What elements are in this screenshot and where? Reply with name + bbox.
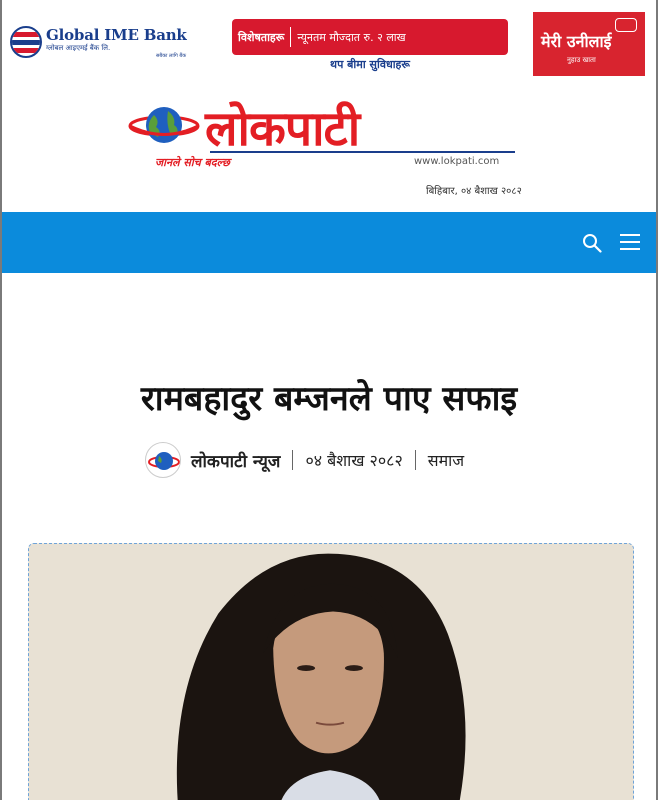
ad-strip: Global IME Bank ग्लोबल आइएमई बैंक लि. सब… (0, 0, 658, 90)
meri-unilai-title: मेरी उनीलाई (541, 32, 612, 51)
publish-date: ०४ बैशाख २०८२ (305, 451, 403, 470)
article-byline: लोकपाटी न्यूज ०४ बैशाख २०८२ समाज (145, 442, 464, 478)
portrait-photo (29, 544, 633, 800)
hamburger-menu-icon[interactable] (620, 234, 640, 252)
article-category[interactable]: समाज (428, 449, 464, 471)
article-headline: रामबहादुर बम्जनले पाए सफाइ (140, 379, 518, 419)
global-ime-subtitle: ग्लोबल आइएमई बैंक लि. (46, 44, 111, 52)
meri-unilai-ad[interactable]: मेरी उनीलाई नुहाउ खाता (533, 12, 645, 76)
insurance-features-text: थप बीमा सुविधाहरू (330, 58, 410, 71)
features-ad-banner[interactable]: विशेषताहरू न्यूनतम मौज्दात रु. २ लाख (232, 19, 508, 55)
global-ime-tagline: सबैका लागि बैंक (156, 53, 187, 59)
global-ime-logo-icon (10, 26, 42, 58)
global-ime-name: Global IME Bank (46, 26, 187, 44)
features-divider (290, 27, 292, 47)
masthead[interactable]: लोकपाटी जानले सोच बदल्छ www.lokpati.com … (0, 95, 658, 205)
brand-underline (210, 151, 515, 153)
site-url: www.lokpati.com (414, 156, 500, 167)
byline-divider (414, 450, 416, 470)
search-icon[interactable] (582, 233, 602, 253)
site-tagline: जानले सोच बदल्छ (155, 156, 230, 169)
main-nav-bar (2, 212, 656, 273)
min-balance-label: न्यूनतम मौज्दात रु. २ लाख (297, 30, 406, 44)
global-ime-bank-ad[interactable]: Global IME Bank ग्लोबल आइएमई बैंक लि. सब… (10, 26, 215, 68)
author-name[interactable]: लोकपाटी न्यूज (191, 449, 280, 472)
author-avatar-icon[interactable] (145, 442, 181, 478)
current-date: बिहिबार, ०४ बैशाख २०८२ (426, 186, 522, 197)
article-featured-image (28, 543, 634, 800)
byline-divider (292, 450, 294, 470)
meri-unilai-subtitle: नुहाउ खाता (567, 56, 596, 64)
globe-logo-icon (128, 107, 200, 143)
gift-ribbon-icon (615, 18, 637, 32)
features-label: विशेषताहरू (238, 30, 285, 44)
